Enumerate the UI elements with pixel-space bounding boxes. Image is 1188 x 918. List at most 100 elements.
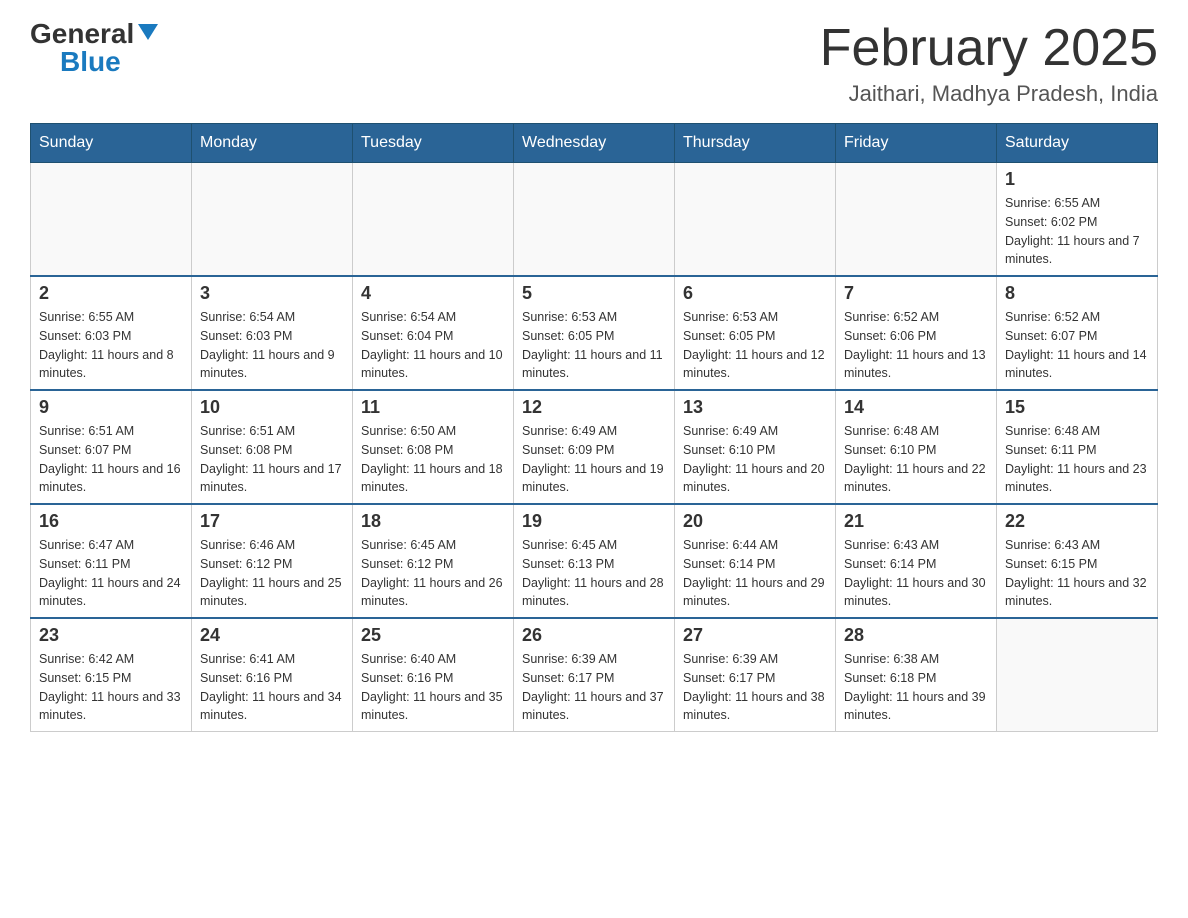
table-row bbox=[514, 163, 675, 277]
table-row: 7 Sunrise: 6:52 AM Sunset: 6:06 PM Daylig… bbox=[836, 276, 997, 390]
col-sunday: Sunday bbox=[31, 124, 192, 163]
day-number: 4 bbox=[361, 283, 505, 304]
month-title: February 2025 bbox=[820, 20, 1158, 77]
table-row: 28 Sunrise: 6:38 AM Sunset: 6:18 PM Dayli… bbox=[836, 618, 997, 732]
table-row: 8 Sunrise: 6:52 AM Sunset: 6:07 PM Daylig… bbox=[997, 276, 1158, 390]
col-wednesday: Wednesday bbox=[514, 124, 675, 163]
day-info: Sunrise: 6:43 AM Sunset: 6:15 PM Dayligh… bbox=[1005, 536, 1149, 611]
day-number: 17 bbox=[200, 511, 344, 532]
day-number: 8 bbox=[1005, 283, 1149, 304]
col-tuesday: Tuesday bbox=[353, 124, 514, 163]
logo-triangle-icon bbox=[138, 24, 158, 40]
day-info: Sunrise: 6:55 AM Sunset: 6:03 PM Dayligh… bbox=[39, 308, 183, 383]
day-number: 1 bbox=[1005, 169, 1149, 190]
day-number: 27 bbox=[683, 625, 827, 646]
col-monday: Monday bbox=[192, 124, 353, 163]
table-row: 27 Sunrise: 6:39 AM Sunset: 6:17 PM Dayli… bbox=[675, 618, 836, 732]
day-number: 16 bbox=[39, 511, 183, 532]
day-number: 21 bbox=[844, 511, 988, 532]
day-info: Sunrise: 6:55 AM Sunset: 6:02 PM Dayligh… bbox=[1005, 194, 1149, 269]
table-row: 21 Sunrise: 6:43 AM Sunset: 6:14 PM Dayli… bbox=[836, 504, 997, 618]
day-info: Sunrise: 6:48 AM Sunset: 6:11 PM Dayligh… bbox=[1005, 422, 1149, 497]
table-row bbox=[31, 163, 192, 277]
day-info: Sunrise: 6:51 AM Sunset: 6:08 PM Dayligh… bbox=[200, 422, 344, 497]
table-row: 6 Sunrise: 6:53 AM Sunset: 6:05 PM Daylig… bbox=[675, 276, 836, 390]
day-info: Sunrise: 6:43 AM Sunset: 6:14 PM Dayligh… bbox=[844, 536, 988, 611]
day-number: 19 bbox=[522, 511, 666, 532]
day-number: 25 bbox=[361, 625, 505, 646]
calendar-table: Sunday Monday Tuesday Wednesday Thursday… bbox=[30, 123, 1158, 732]
table-row: 5 Sunrise: 6:53 AM Sunset: 6:05 PM Daylig… bbox=[514, 276, 675, 390]
day-info: Sunrise: 6:49 AM Sunset: 6:09 PM Dayligh… bbox=[522, 422, 666, 497]
day-number: 28 bbox=[844, 625, 988, 646]
day-info: Sunrise: 6:44 AM Sunset: 6:14 PM Dayligh… bbox=[683, 536, 827, 611]
day-number: 20 bbox=[683, 511, 827, 532]
day-number: 5 bbox=[522, 283, 666, 304]
day-info: Sunrise: 6:38 AM Sunset: 6:18 PM Dayligh… bbox=[844, 650, 988, 725]
title-block: February 2025 Jaithari, Madhya Pradesh, … bbox=[820, 20, 1158, 107]
day-info: Sunrise: 6:53 AM Sunset: 6:05 PM Dayligh… bbox=[683, 308, 827, 383]
logo-blue-text: Blue bbox=[60, 48, 121, 76]
page-header: General Blue February 2025 Jaithari, Mad… bbox=[30, 20, 1158, 107]
table-row: 19 Sunrise: 6:45 AM Sunset: 6:13 PM Dayli… bbox=[514, 504, 675, 618]
day-number: 13 bbox=[683, 397, 827, 418]
day-number: 22 bbox=[1005, 511, 1149, 532]
table-row bbox=[997, 618, 1158, 732]
table-row: 18Sunrise: 6:45 AM Sunset: 6:12 PM Dayli… bbox=[353, 504, 514, 618]
col-thursday: Thursday bbox=[675, 124, 836, 163]
table-row bbox=[836, 163, 997, 277]
day-info: Sunrise: 6:51 AM Sunset: 6:07 PM Dayligh… bbox=[39, 422, 183, 497]
day-info: Sunrise: 6:47 AM Sunset: 6:11 PM Dayligh… bbox=[39, 536, 183, 611]
table-row: 1 Sunrise: 6:55 AM Sunset: 6:02 PM Daylig… bbox=[997, 163, 1158, 277]
table-row: 2 Sunrise: 6:55 AM Sunset: 6:03 PM Daylig… bbox=[31, 276, 192, 390]
day-number: 14 bbox=[844, 397, 988, 418]
day-info: Sunrise: 6:50 AM Sunset: 6:08 PM Dayligh… bbox=[361, 422, 505, 497]
table-row: 24 Sunrise: 6:41 AM Sunset: 6:16 PM Dayli… bbox=[192, 618, 353, 732]
table-row: 15 Sunrise: 6:48 AM Sunset: 6:11 PM Dayli… bbox=[997, 390, 1158, 504]
day-info: Sunrise: 6:54 AM Sunset: 6:03 PM Dayligh… bbox=[200, 308, 344, 383]
day-info: Sunrise: 6:41 AM Sunset: 6:16 PM Dayligh… bbox=[200, 650, 344, 725]
col-saturday: Saturday bbox=[997, 124, 1158, 163]
day-info: Sunrise: 6:54 AM Sunset: 6:04 PM Dayligh… bbox=[361, 308, 505, 383]
table-row bbox=[192, 163, 353, 277]
table-row: 10Sunrise: 6:51 AM Sunset: 6:08 PM Dayli… bbox=[192, 390, 353, 504]
logo: General Blue bbox=[30, 20, 158, 76]
day-info: Sunrise: 6:39 AM Sunset: 6:17 PM Dayligh… bbox=[522, 650, 666, 725]
calendar-week-row: 2 Sunrise: 6:55 AM Sunset: 6:03 PM Daylig… bbox=[31, 276, 1158, 390]
day-info: Sunrise: 6:52 AM Sunset: 6:06 PM Dayligh… bbox=[844, 308, 988, 383]
table-row: 11 Sunrise: 6:50 AM Sunset: 6:08 PM Dayli… bbox=[353, 390, 514, 504]
day-number: 24 bbox=[200, 625, 344, 646]
table-row: 25Sunrise: 6:40 AM Sunset: 6:16 PM Dayli… bbox=[353, 618, 514, 732]
day-info: Sunrise: 6:46 AM Sunset: 6:12 PM Dayligh… bbox=[200, 536, 344, 611]
table-row: 22 Sunrise: 6:43 AM Sunset: 6:15 PM Dayli… bbox=[997, 504, 1158, 618]
table-row: 20 Sunrise: 6:44 AM Sunset: 6:14 PM Dayli… bbox=[675, 504, 836, 618]
table-row: 26 Sunrise: 6:39 AM Sunset: 6:17 PM Dayli… bbox=[514, 618, 675, 732]
day-info: Sunrise: 6:48 AM Sunset: 6:10 PM Dayligh… bbox=[844, 422, 988, 497]
day-number: 7 bbox=[844, 283, 988, 304]
day-number: 15 bbox=[1005, 397, 1149, 418]
day-number: 18 bbox=[361, 511, 505, 532]
day-number: 11 bbox=[361, 397, 505, 418]
table-row: 9 Sunrise: 6:51 AM Sunset: 6:07 PM Daylig… bbox=[31, 390, 192, 504]
day-info: Sunrise: 6:45 AM Sunset: 6:13 PM Dayligh… bbox=[522, 536, 666, 611]
table-row bbox=[675, 163, 836, 277]
table-row: 16 Sunrise: 6:47 AM Sunset: 6:11 PM Dayli… bbox=[31, 504, 192, 618]
location-title: Jaithari, Madhya Pradesh, India bbox=[820, 81, 1158, 107]
day-number: 6 bbox=[683, 283, 827, 304]
day-info: Sunrise: 6:39 AM Sunset: 6:17 PM Dayligh… bbox=[683, 650, 827, 725]
calendar-week-row: 9 Sunrise: 6:51 AM Sunset: 6:07 PM Daylig… bbox=[31, 390, 1158, 504]
calendar-header-row: Sunday Monday Tuesday Wednesday Thursday… bbox=[31, 124, 1158, 163]
day-number: 2 bbox=[39, 283, 183, 304]
day-number: 9 bbox=[39, 397, 183, 418]
day-number: 26 bbox=[522, 625, 666, 646]
logo-general-text: General bbox=[30, 20, 134, 48]
table-row bbox=[353, 163, 514, 277]
table-row: 17 Sunrise: 6:46 AM Sunset: 6:12 PM Dayli… bbox=[192, 504, 353, 618]
day-info: Sunrise: 6:42 AM Sunset: 6:15 PM Dayligh… bbox=[39, 650, 183, 725]
table-row: 3 Sunrise: 6:54 AM Sunset: 6:03 PM Daylig… bbox=[192, 276, 353, 390]
day-number: 3 bbox=[200, 283, 344, 304]
day-info: Sunrise: 6:52 AM Sunset: 6:07 PM Dayligh… bbox=[1005, 308, 1149, 383]
day-info: Sunrise: 6:53 AM Sunset: 6:05 PM Dayligh… bbox=[522, 308, 666, 383]
day-number: 12 bbox=[522, 397, 666, 418]
day-number: 23 bbox=[39, 625, 183, 646]
